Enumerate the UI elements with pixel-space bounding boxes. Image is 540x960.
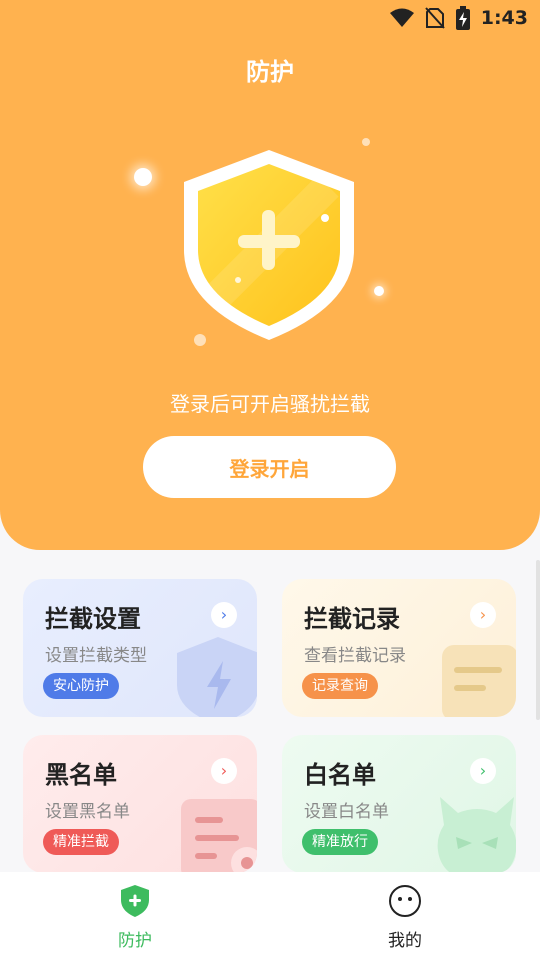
battery-charging-icon xyxy=(455,6,470,30)
chevron-right-icon: › xyxy=(470,602,496,628)
nav-label: 我的 xyxy=(388,931,422,951)
status-bar: 1:43 xyxy=(0,0,540,36)
bottom-nav: 防护 我的 xyxy=(0,872,540,960)
wifi-icon xyxy=(389,8,414,27)
nav-tab-protection[interactable]: 防护 xyxy=(85,884,185,951)
login-hint: 登录后可开启骚扰拦截 xyxy=(170,392,370,416)
sparkle-dot xyxy=(134,168,152,186)
chevron-right-icon: › xyxy=(470,758,496,784)
card-subtitle: 设置拦截类型 xyxy=(45,646,147,666)
status-icons: 1:43 xyxy=(389,6,528,30)
status-time: 1:43 xyxy=(480,7,528,29)
card-title: 黑名单 xyxy=(45,761,117,789)
card-subtitle: 设置黑名单 xyxy=(45,802,130,822)
nav-tab-mine[interactable]: 我的 xyxy=(355,884,455,951)
lightning-shield-icon xyxy=(177,637,257,717)
card-subtitle: 设置白名单 xyxy=(304,802,389,822)
shield-plus-icon xyxy=(121,885,149,917)
card-title: 拦截记录 xyxy=(304,605,400,633)
chevron-right-icon: › xyxy=(211,758,237,784)
scrollbar[interactable] xyxy=(536,560,540,720)
card-block-settings[interactable]: 拦截设置 › 设置拦截类型 安心防护 xyxy=(23,579,257,717)
face-icon xyxy=(389,885,421,917)
protection-header: 防护 登录后可开启骚扰拦截 登录开启 xyxy=(0,0,540,550)
list-user-icon xyxy=(181,799,257,873)
card-tag: 记录查询 xyxy=(302,673,378,699)
devil-face-icon xyxy=(437,797,516,873)
chevron-right-icon: › xyxy=(211,602,237,628)
card-title: 拦截设置 xyxy=(45,605,141,633)
card-block-records[interactable]: 拦截记录 › 查看拦截记录 记录查询 xyxy=(282,579,516,717)
sparkle-dot xyxy=(362,138,370,146)
card-subtitle: 查看拦截记录 xyxy=(304,646,406,666)
document-icon xyxy=(442,645,516,717)
card-title: 白名单 xyxy=(304,761,376,789)
nav-label: 防护 xyxy=(118,931,152,951)
card-tag: 安心防护 xyxy=(43,673,119,699)
sparkle-dot xyxy=(374,286,384,296)
card-tag: 精准拦截 xyxy=(43,829,119,855)
login-enable-button[interactable]: 登录开启 xyxy=(143,436,396,498)
card-whitelist[interactable]: 白名单 › 设置白名单 精准放行 xyxy=(282,735,516,873)
card-tag: 精准放行 xyxy=(302,829,378,855)
card-blacklist[interactable]: 黑名单 › 设置黑名单 精准拦截 xyxy=(23,735,257,873)
no-sim-icon xyxy=(424,7,445,29)
page-title: 防护 xyxy=(246,58,294,86)
shield-plus-icon xyxy=(184,150,354,340)
